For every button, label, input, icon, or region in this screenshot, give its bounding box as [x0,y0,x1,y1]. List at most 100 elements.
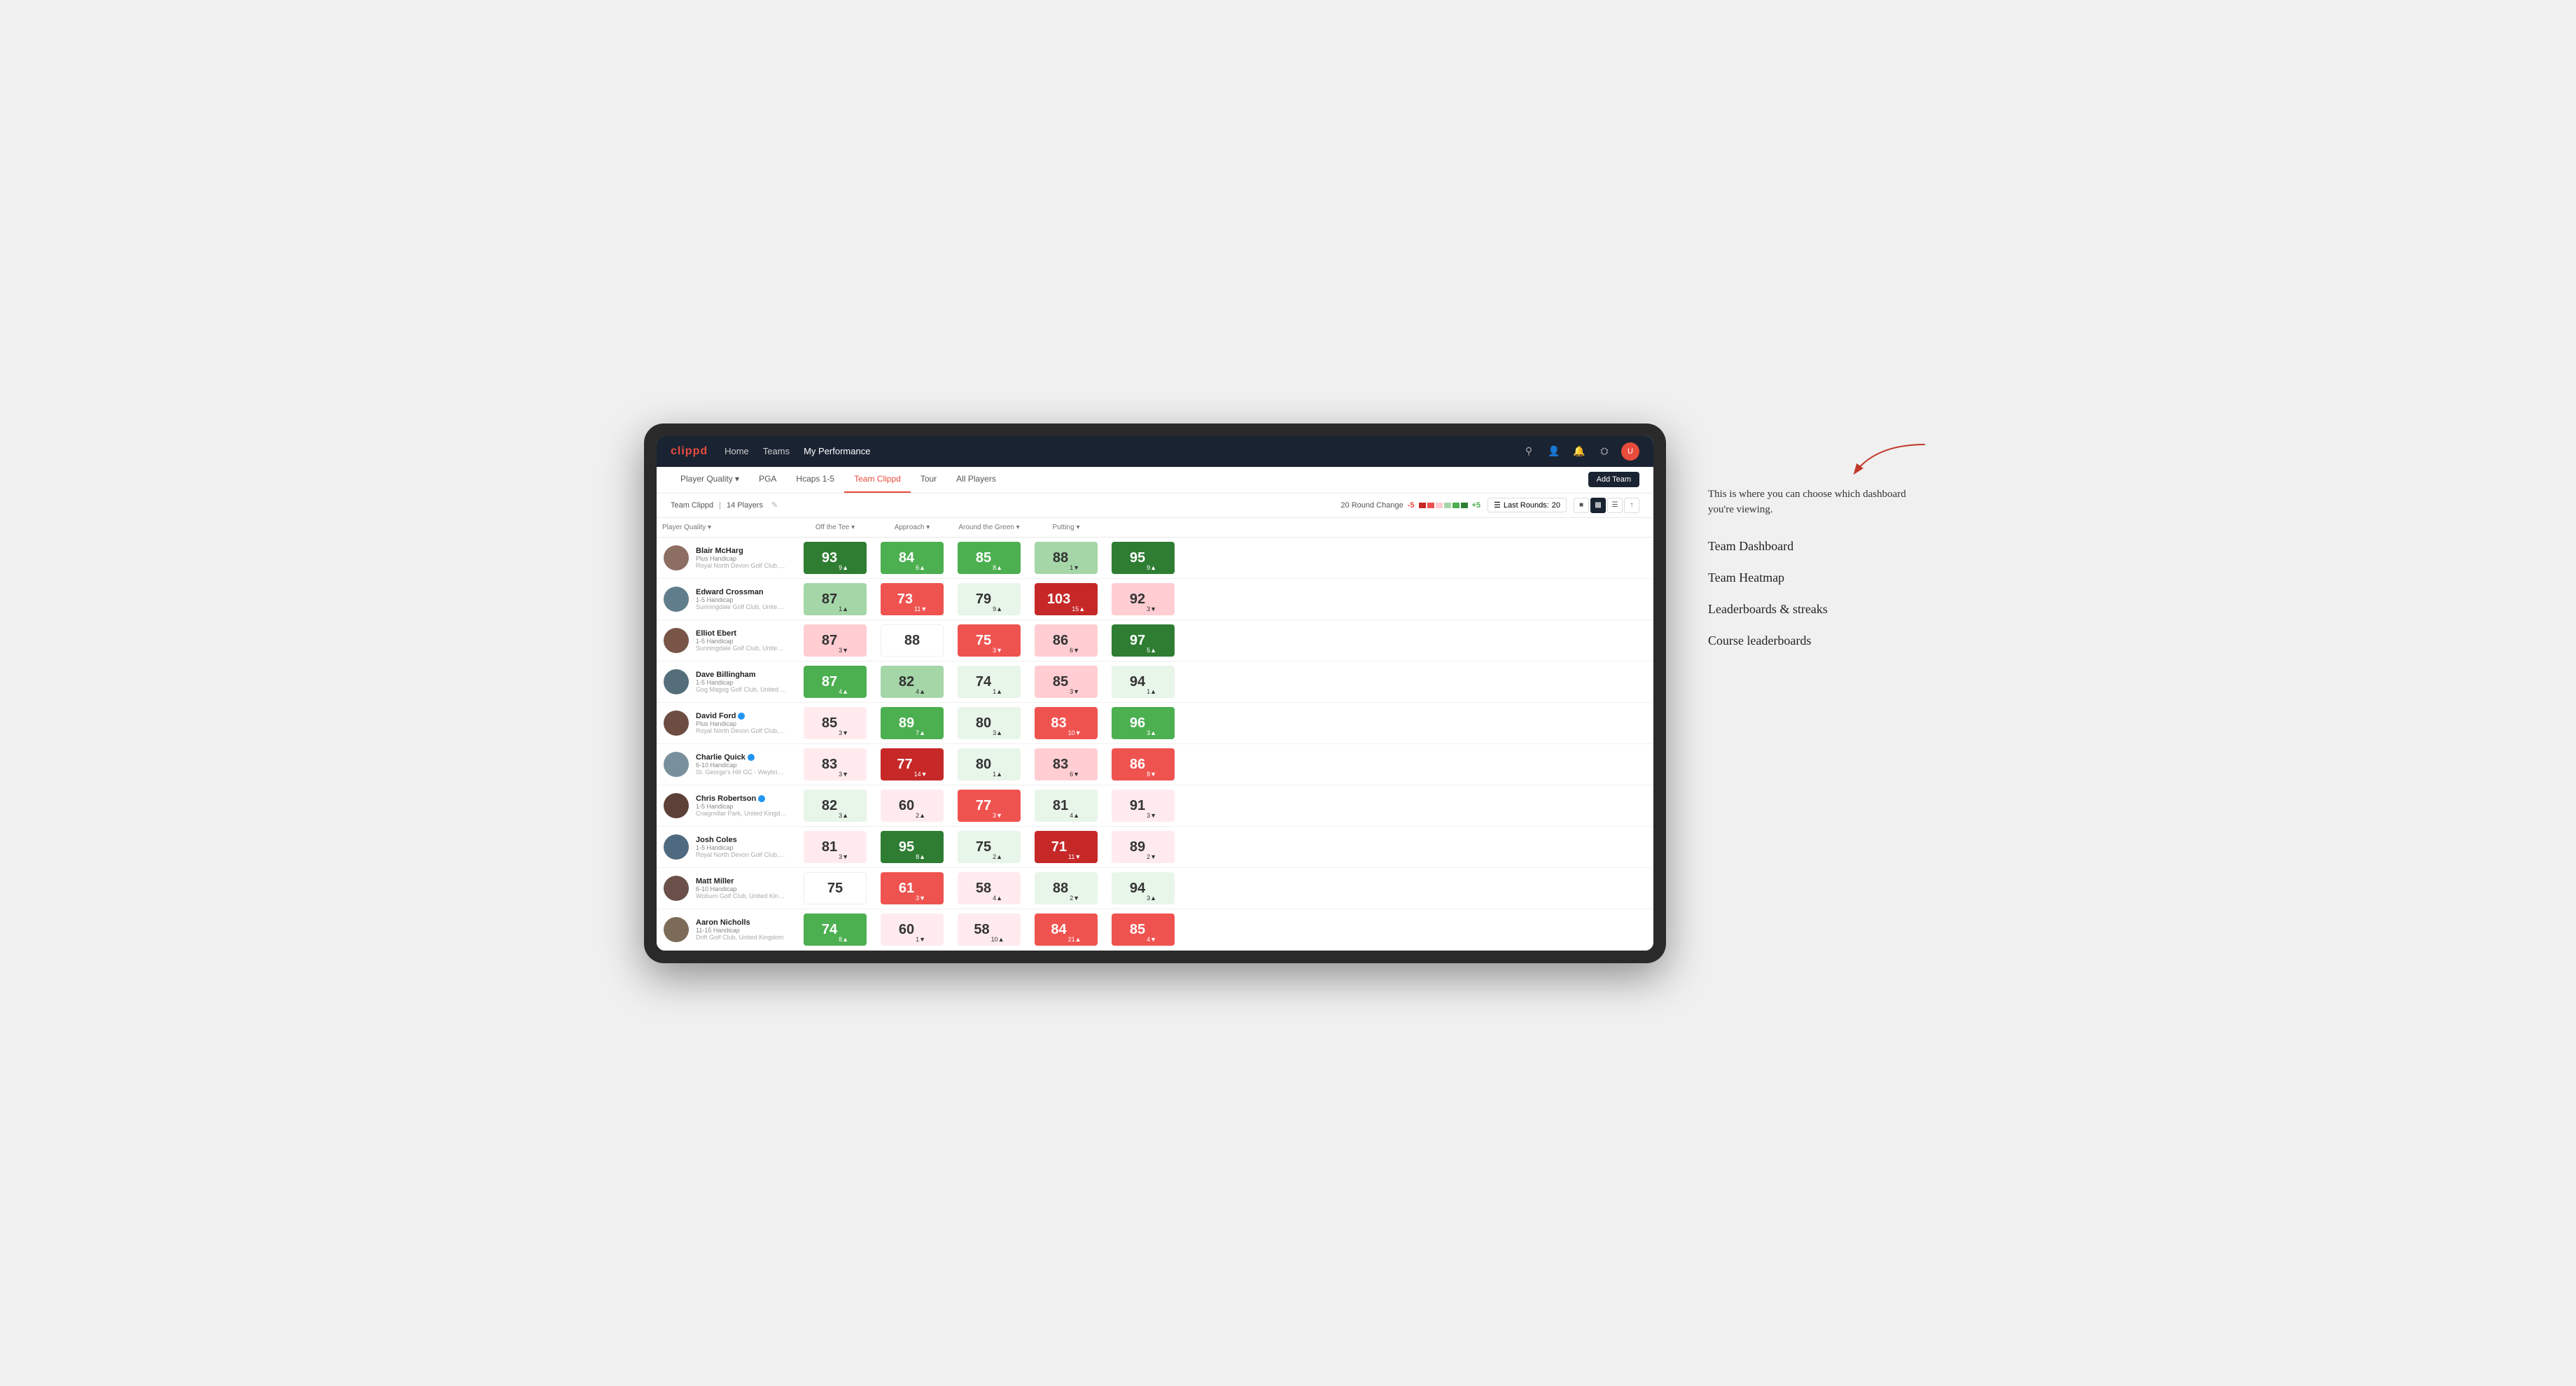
stat-cell-9-2[interactable]: 5810 [951,909,1028,950]
settings-icon[interactable]: ⛭ [1596,443,1613,460]
stat-cell-6-2[interactable]: 773 [951,785,1028,826]
stat-cell-7-0[interactable]: 813 [797,827,874,867]
player-cell-6[interactable]: Chris Robertson1-5 HandicapCraigmillar P… [657,788,797,824]
stat-cell-3-1[interactable]: 824 [874,662,951,702]
bell-icon[interactable]: 🔔 [1571,443,1588,460]
stat-cell-0-1[interactable]: 846 [874,538,951,578]
stat-cell-5-4[interactable]: 868 [1105,744,1182,785]
stat-cell-9-4[interactable]: 854 [1105,909,1182,950]
player-cell-7[interactable]: Josh Coles1-5 HandicapRoyal North Devon … [657,829,797,865]
stat-box: 88 [881,624,944,657]
stat-cell-8-1[interactable]: 613 [874,868,951,909]
stat-cell-2-3[interactable]: 866 [1028,620,1105,661]
stat-cell-5-0[interactable]: 833 [797,744,874,785]
stat-box: 601 [881,913,944,946]
tab-pga[interactable]: PGA [749,467,786,493]
stat-cell-0-2[interactable]: 858 [951,538,1028,578]
stat-change: 3 [1070,688,1079,695]
player-cell-8[interactable]: Matt Miller6-10 HandicapWoburn Golf Club… [657,870,797,906]
search-icon[interactable]: ⚲ [1520,443,1537,460]
stat-cell-4-2[interactable]: 803 [951,703,1028,743]
stat-cell-8-2[interactable]: 584 [951,868,1028,909]
tab-pgat-players[interactable]: Player Quality ▾ [671,467,749,493]
stat-cell-5-1[interactable]: 7714 [874,744,951,785]
heatmap-view-button[interactable]: ▩ [1590,498,1606,513]
stat-cell-3-4[interactable]: 941 [1105,662,1182,702]
player-cell-3[interactable]: Dave Billingham1-5 HandicapGog Magog Gol… [657,664,797,700]
toolbar-right: 20 Round Change -5 +5 ☰ [1340,498,1639,513]
stat-cell-3-0[interactable]: 874 [797,662,874,702]
stat-cell-2-2[interactable]: 753 [951,620,1028,661]
stat-cell-2-0[interactable]: 873 [797,620,874,661]
edit-icon[interactable]: ✎ [771,500,778,510]
player-cell-9[interactable]: Aaron Nicholls11-15 HandicapDrift Golf C… [657,911,797,948]
add-team-button[interactable]: Add Team [1588,472,1639,487]
stat-value: 87 [822,634,837,648]
stat-cell-1-0[interactable]: 871 [797,579,874,620]
stat-box: 873 [804,624,867,657]
player-cell-2[interactable]: Elliot Ebert1-5 HandicapSunningdale Golf… [657,622,797,659]
stat-cell-1-1[interactable]: 7311 [874,579,951,620]
stat-cell-4-0[interactable]: 853 [797,703,874,743]
stat-cell-0-4[interactable]: 959 [1105,538,1182,578]
stat-box: 858 [958,542,1021,574]
stat-cell-6-1[interactable]: 602 [874,785,951,826]
user-avatar[interactable]: U [1621,442,1639,461]
player-cell-1[interactable]: Edward Crossman1-5 HandicapSunningdale G… [657,581,797,617]
stat-cell-9-1[interactable]: 601 [874,909,951,950]
tab-team-clippd[interactable]: Team Clippd [844,467,911,493]
tab-all-players[interactable]: All Players [946,467,1006,493]
stat-cell-0-0[interactable]: 939 [797,538,874,578]
nav-teams[interactable]: Teams [763,446,790,456]
tab-tour[interactable]: Tour [911,467,946,493]
stat-cell-6-4[interactable]: 913 [1105,785,1182,826]
stat-box: 10315 [1035,583,1098,615]
stat-cell-2-4[interactable]: 975 [1105,620,1182,661]
stat-cell-9-0[interactable]: 748 [797,909,874,950]
stat-value: 60 [899,923,914,937]
stat-cell-7-2[interactable]: 752 [951,827,1028,867]
stat-cell-4-3[interactable]: 8310 [1028,703,1105,743]
stat-cell-0-3[interactable]: 881 [1028,538,1105,578]
stat-cell-3-2[interactable]: 741 [951,662,1028,702]
stat-value: 58 [976,881,991,895]
stat-box: 871 [804,583,867,615]
stat-cell-1-3[interactable]: 10315 [1028,579,1105,620]
stat-cell-5-3[interactable]: 836 [1028,744,1105,785]
stat-cell-9-3[interactable]: 8421 [1028,909,1105,950]
player-cell-0[interactable]: Blair McHargPlus HandicapRoyal North Dev… [657,540,797,576]
stat-cell-3-3[interactable]: 853 [1028,662,1105,702]
profile-icon[interactable]: 👤 [1546,443,1562,460]
stat-value: 77 [897,757,912,771]
stat-cell-2-1[interactable]: 88 [874,620,951,661]
list-view-button[interactable]: ☰ [1607,498,1623,513]
last-rounds-button[interactable]: ☰ Last Rounds: 20 [1488,498,1567,512]
nav-home[interactable]: Home [724,446,749,456]
player-club: Royal North Devon Golf Club, United King… [696,562,787,569]
tab-hcaps[interactable]: Hcaps 1-5 [786,467,844,493]
stat-cell-7-4[interactable]: 892 [1105,827,1182,867]
player-handicap: 11-15 Handicap [696,927,784,934]
stat-cell-1-4[interactable]: 923 [1105,579,1182,620]
stat-cell-4-1[interactable]: 897 [874,703,951,743]
stat-change: 1 [993,771,1002,778]
player-cell-5[interactable]: Charlie Quick6-10 HandicapSt. George's H… [657,746,797,783]
stat-value: 81 [1053,799,1068,813]
stat-cell-6-0[interactable]: 823 [797,785,874,826]
stat-cell-4-4[interactable]: 963 [1105,703,1182,743]
export-button[interactable]: ↑ [1624,498,1639,513]
player-handicap: 1-5 Handicap [696,596,787,603]
stat-cell-5-2[interactable]: 801 [951,744,1028,785]
stat-cell-6-3[interactable]: 814 [1028,785,1105,826]
grid-view-button[interactable]: ■ [1574,498,1589,513]
stat-cell-8-4[interactable]: 943 [1105,868,1182,909]
main-table: Player Quality ▾ Off the Tee ▾ Approach … [657,518,1653,951]
stat-cell-8-3[interactable]: 882 [1028,868,1105,909]
stat-cell-7-1[interactable]: 958 [874,827,951,867]
stat-cell-7-3[interactable]: 7111 [1028,827,1105,867]
nav-my-performance[interactable]: My Performance [804,446,870,456]
stat-cell-8-0[interactable]: 75 [797,868,874,909]
stat-cell-1-2[interactable]: 799 [951,579,1028,620]
stat-value: 85 [1130,923,1145,937]
player-cell-4[interactable]: David FordPlus HandicapRoyal North Devon… [657,705,797,741]
